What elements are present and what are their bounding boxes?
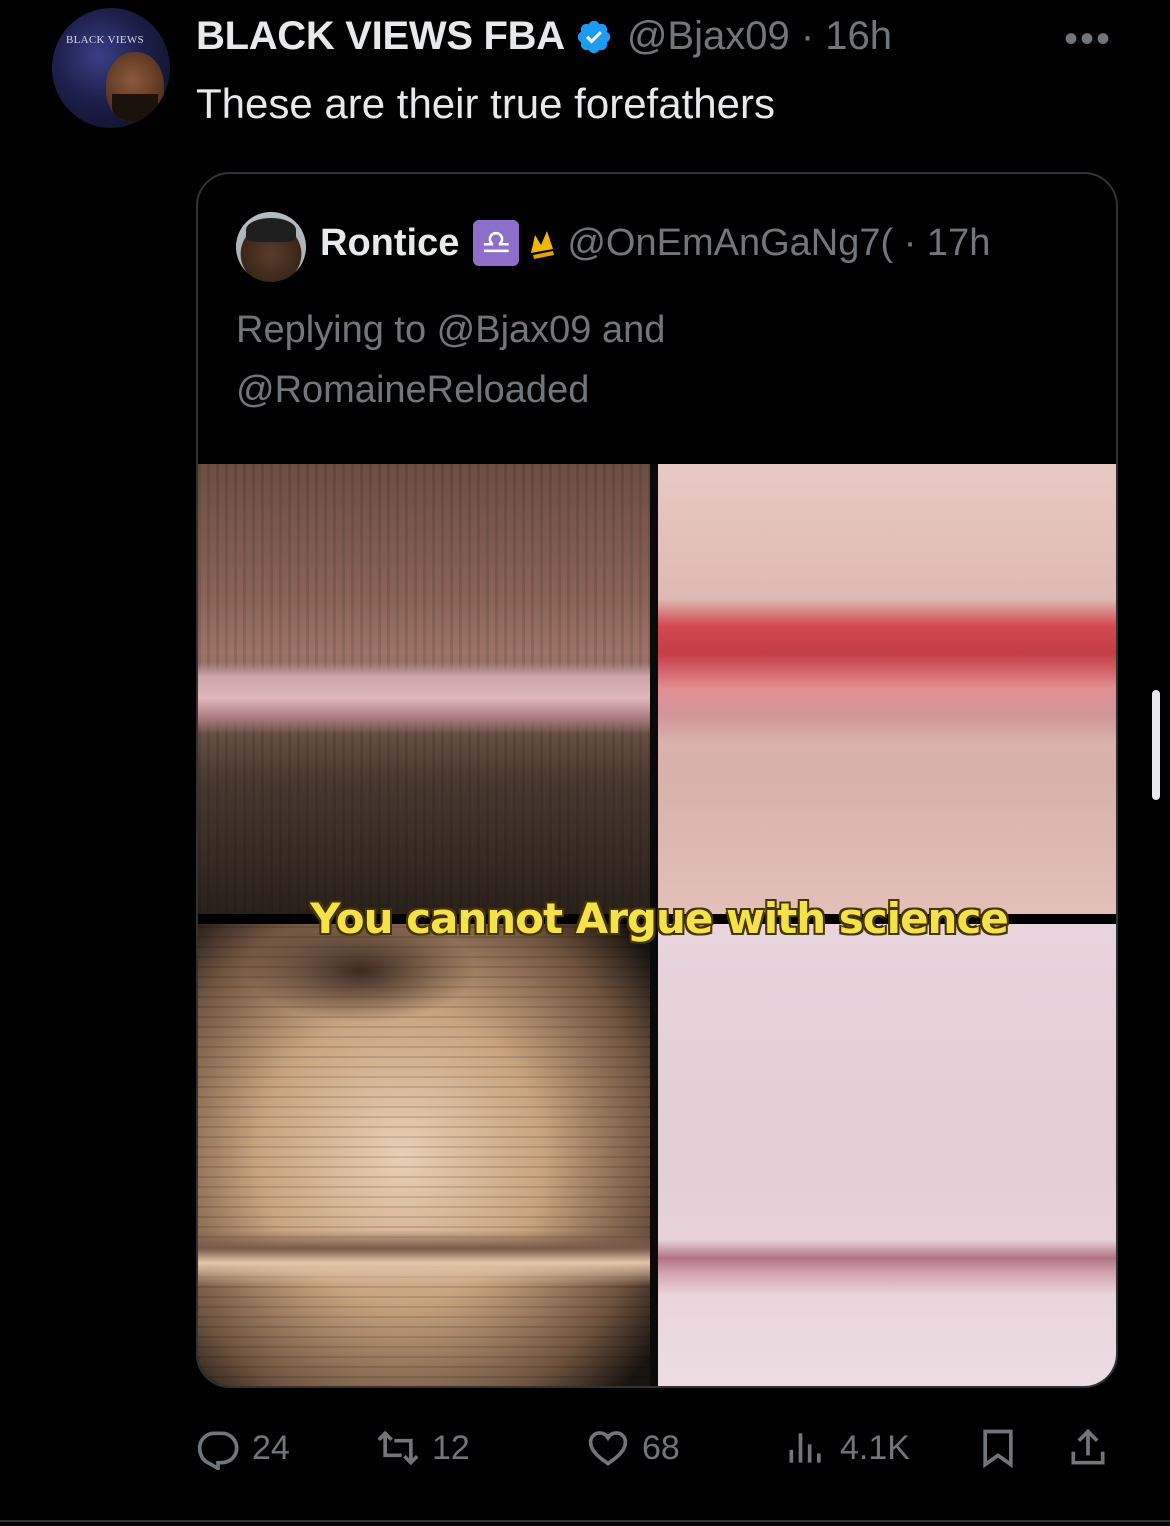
reply-count: 24 — [252, 1428, 290, 1467]
like-button[interactable]: 68 — [586, 1426, 680, 1470]
quoted-author-name[interactable]: Rontice — [320, 222, 459, 265]
heart-icon — [588, 1431, 628, 1466]
reply-button[interactable]: 24 — [196, 1426, 290, 1470]
quoted-tweet-image[interactable]: You cannot Argue with science — [198, 464, 1116, 1386]
bookmark-icon — [983, 1429, 1013, 1469]
bookmark-button[interactable] — [976, 1426, 1020, 1470]
like-count: 68 — [642, 1428, 680, 1467]
avatar-hat — [246, 218, 296, 242]
image-human-lips-bottom — [658, 924, 1116, 1386]
share-button[interactable] — [1066, 1426, 1110, 1470]
avatar-beard — [112, 94, 158, 122]
tweet-action-bar: 24 12 68 4.1K — [196, 1426, 1118, 1486]
author-name[interactable]: BLACK VIEWS FBA — [196, 14, 565, 59]
tweet-text: These are their true forefathers — [196, 80, 775, 127]
analytics-icon — [789, 1433, 821, 1463]
tweet-header: BLACK VIEWS FBA @Bjax09 · 16h — [196, 14, 892, 59]
replying-to: Replying to @Bjax09 and @RomaineReloaded — [236, 300, 665, 420]
tweet-divider — [0, 1520, 1170, 1522]
views-button[interactable]: 4.1K — [784, 1426, 910, 1470]
retweet-button[interactable]: 12 — [376, 1426, 470, 1470]
view-count: 4.1K — [840, 1428, 910, 1467]
quoted-handle-time[interactable]: @OnEmAnGaNg7( · 17h — [567, 222, 990, 265]
author-avatar[interactable]: BLACK VIEWS — [52, 8, 170, 128]
quoted-author-avatar[interactable] — [236, 212, 306, 282]
replying-to-line-2[interactable]: @RomaineReloaded — [236, 360, 665, 420]
replying-to-line-1[interactable]: Replying to @Bjax09 and — [236, 300, 665, 360]
avatar-brand-text: BLACK VIEWS — [66, 34, 144, 46]
quoted-tweet[interactable]: Rontice ♎ @OnEmAnGaNg7( · 17h Replying t… — [196, 172, 1118, 1388]
retweet-icon — [377, 1430, 419, 1466]
libra-badge-icon: ♎ — [473, 220, 520, 266]
tweet-screen: BLACK VIEWS BLACK VIEWS FBA @Bjax09 · 16… — [0, 0, 1170, 1526]
crown-emoji-icon — [531, 231, 555, 259]
retweet-count: 12 — [432, 1428, 470, 1467]
verified-badge-icon — [577, 20, 611, 53]
image-human-lips-top — [658, 464, 1116, 914]
more-options-icon[interactable]: ••• — [1064, 19, 1112, 59]
reply-icon — [197, 1431, 239, 1470]
quoted-tweet-header: Rontice ♎ @OnEmAnGaNg7( · 17h — [320, 220, 990, 266]
image-chimp-lips-top — [198, 464, 650, 914]
scroll-indicator[interactable] — [1152, 690, 1160, 800]
image-caption: You cannot Argue with science — [310, 894, 1009, 943]
author-handle-time[interactable]: @Bjax09 · 16h — [627, 14, 892, 59]
image-chimp-mouth-bottom — [198, 924, 650, 1386]
share-icon — [1071, 1428, 1105, 1465]
